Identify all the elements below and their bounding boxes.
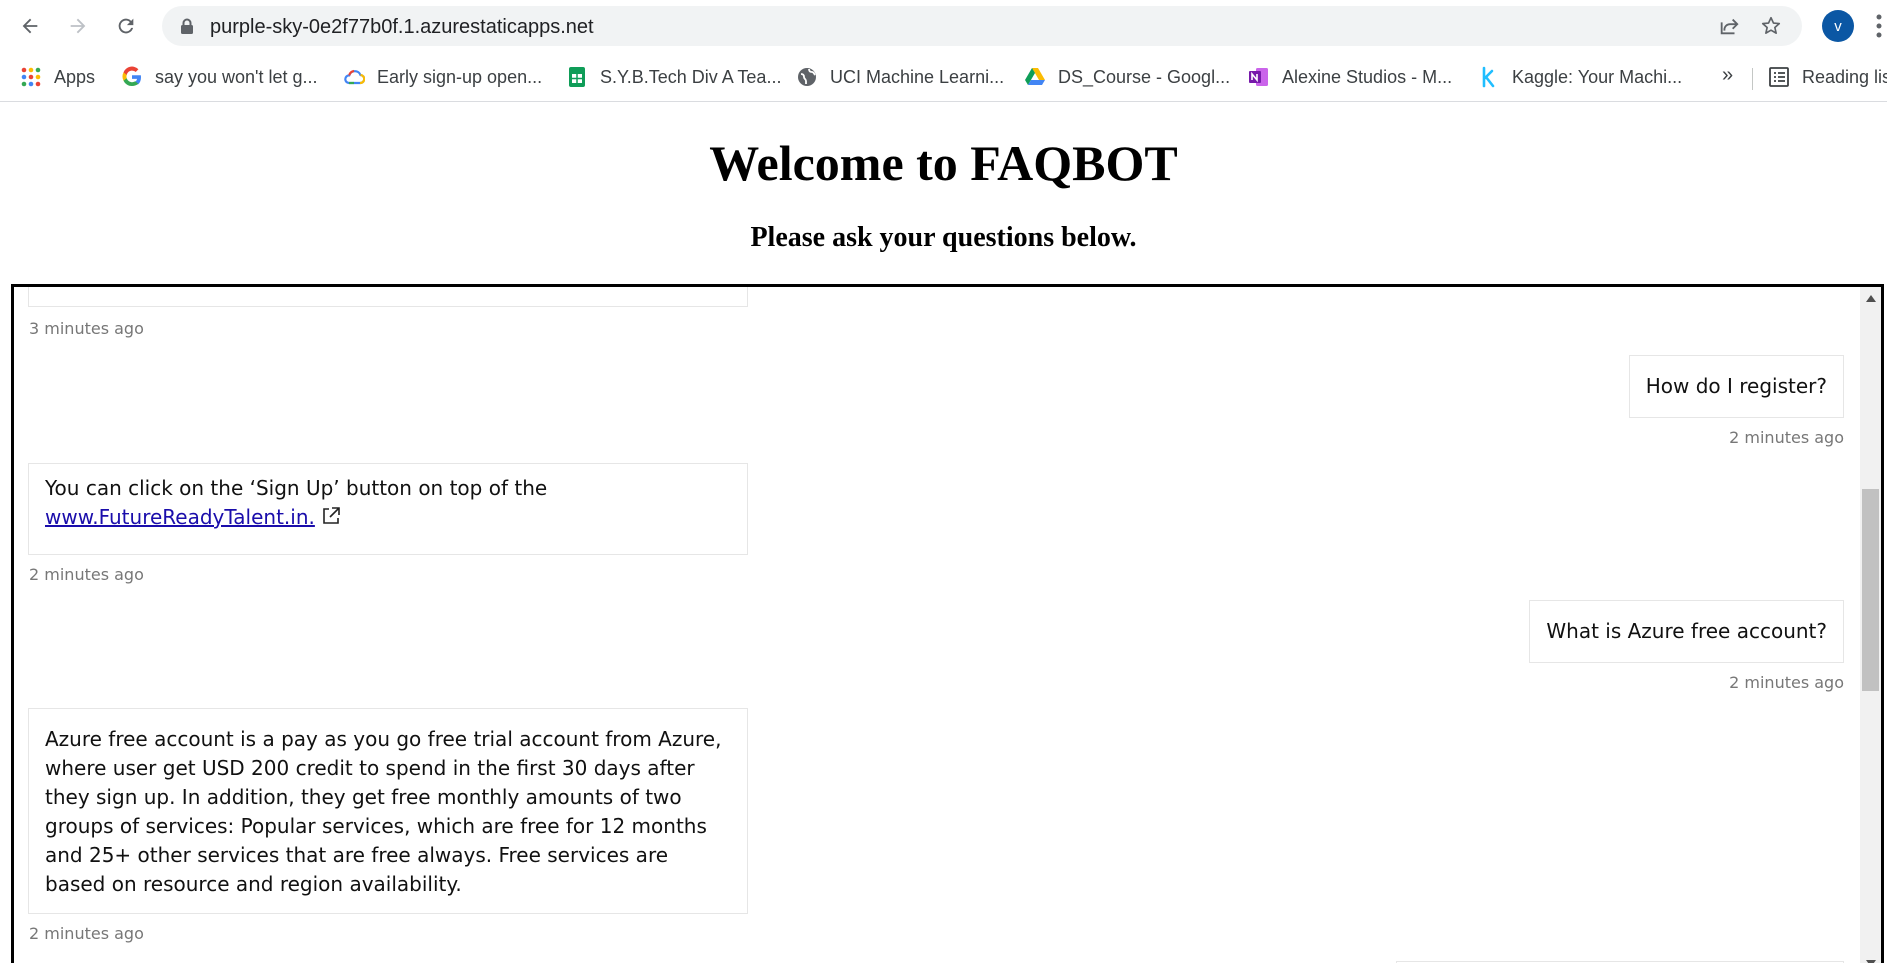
cloud-icon — [343, 66, 365, 88]
bot-message-text: Azure free account is a pay as you go fr… — [45, 727, 722, 896]
bookmark-label: S.Y.B.Tech Div A Tea... — [600, 66, 782, 87]
bot-message-bubble: Azure free account is a pay as you go fr… — [28, 708, 748, 914]
browser-toolbar: purple-sky-0e2f77b0f.1.azurestaticapps.n… — [0, 0, 1887, 52]
reading-list-icon — [1768, 66, 1790, 88]
profile-avatar[interactable]: v — [1822, 10, 1854, 42]
reload-button[interactable] — [110, 10, 142, 42]
message-timestamp: 2 minutes ago — [1729, 673, 1844, 692]
bookmark-ds-course[interactable]: DS_Course - Googl... — [1024, 64, 1230, 90]
scrollbar-thumb[interactable] — [1862, 489, 1879, 691]
star-icon[interactable] — [1760, 15, 1782, 37]
external-link-icon[interactable] — [321, 506, 341, 526]
message-timestamp: 2 minutes ago — [1729, 428, 1844, 447]
reload-icon — [118, 18, 134, 34]
bot-message-bubble — [28, 287, 748, 307]
apps-grid-icon — [20, 66, 42, 88]
address-bar[interactable]: purple-sky-0e2f77b0f.1.azurestaticapps.n… — [162, 6, 1802, 46]
bot-message-bubble: You can click on the ‘Sign Up’ button on… — [28, 463, 748, 555]
onenote-icon — [1248, 66, 1270, 88]
bookmark-label: DS_Course - Googl... — [1058, 66, 1231, 87]
user-message-bubble: How do I register? — [1628, 355, 1844, 418]
arrow-right-icon — [70, 18, 86, 34]
bookmark-label: Apps — [54, 66, 96, 87]
bookmark-sybtech[interactable]: S.Y.B.Tech Div A Tea... — [566, 64, 781, 90]
scroll-up-arrow-icon[interactable] — [1860, 289, 1881, 307]
bookmark-kaggle[interactable]: Kaggle: Your Machi... — [1478, 64, 1682, 90]
user-message-text: What is Azure free account? — [1546, 619, 1827, 643]
sheets-icon — [566, 66, 588, 88]
arrow-left-icon — [22, 18, 38, 34]
user-message-bubble: What is Azure free account? — [1529, 600, 1844, 663]
bookmark-apps[interactable]: Apps — [20, 64, 95, 90]
back-button[interactable] — [14, 10, 46, 42]
bookmark-uci[interactable]: UCI Machine Learni... — [796, 64, 1004, 90]
bookmark-early-signup[interactable]: Early sign-up open... — [343, 64, 542, 90]
message-timestamp: 2 minutes ago — [29, 565, 144, 584]
page-subtitle: Please ask your questions below. — [750, 222, 1137, 253]
chat-scrollbar[interactable] — [1860, 287, 1881, 963]
globe-icon — [796, 66, 818, 88]
google-icon — [121, 66, 143, 88]
bookmark-song[interactable]: say you won't let g... — [121, 64, 318, 90]
scroll-down-arrow-icon[interactable] — [1860, 954, 1881, 963]
futureready-link[interactable]: www.FutureReadyTalent.in. — [45, 505, 315, 529]
chat-transcript[interactable]: 3 minutes ago How do I register? 2 minut… — [14, 287, 1860, 963]
bookmark-label: Alexine Studios - M... — [1282, 66, 1453, 87]
bookmarks-divider — [1752, 68, 1753, 90]
bookmark-label: Kaggle: Your Machi... — [1512, 66, 1683, 87]
bookmarks-overflow-button[interactable]: » — [1722, 64, 1733, 87]
drive-icon — [1024, 66, 1046, 88]
reading-list-button[interactable]: Reading list — [1768, 64, 1887, 90]
kaggle-icon — [1478, 66, 1500, 88]
chat-window: 3 minutes ago How do I register? 2 minut… — [11, 284, 1884, 963]
bookmark-label: UCI Machine Learni... — [830, 66, 1005, 87]
forward-button[interactable] — [62, 10, 94, 42]
reading-list-label: Reading list — [1802, 66, 1887, 87]
bookmark-alexine[interactable]: Alexine Studios - M... — [1248, 64, 1452, 90]
menu-dots-icon[interactable] — [1876, 14, 1882, 38]
bookmark-label: Early sign-up open... — [377, 66, 543, 87]
bookmark-label: say you won't let g... — [155, 66, 318, 87]
share-icon[interactable] — [1718, 15, 1740, 37]
lock-icon — [181, 18, 193, 34]
message-timestamp: 3 minutes ago — [29, 319, 144, 338]
bot-message-text: You can click on the ‘Sign Up’ button on… — [45, 476, 548, 500]
message-timestamp: 2 minutes ago — [29, 924, 144, 943]
page-title: Welcome to FAQBOT — [709, 135, 1178, 191]
user-message-text: How do I register? — [1645, 374, 1827, 398]
bookmarks-bar: Apps say you won't let g... Early sign-u… — [0, 52, 1887, 102]
url-text: purple-sky-0e2f77b0f.1.azurestaticapps.n… — [210, 16, 594, 38]
